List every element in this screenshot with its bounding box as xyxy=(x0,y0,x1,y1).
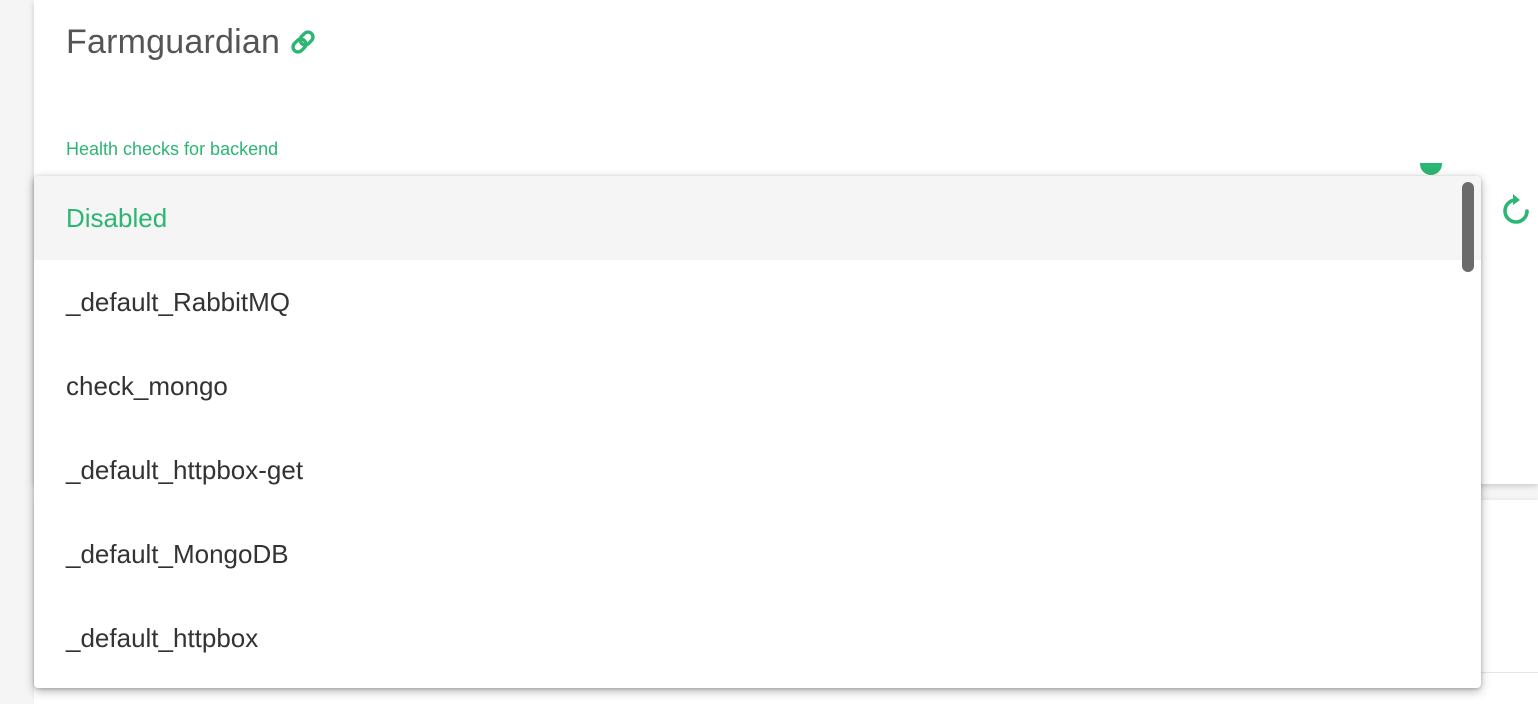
dropdown-scrollbar-thumb[interactable] xyxy=(1462,182,1474,272)
option-disabled[interactable]: Disabled xyxy=(34,176,1481,260)
option-default-rabbitmq[interactable]: _default_RabbitMQ xyxy=(34,260,1481,344)
page: Farmguardian Health checks for backend D… xyxy=(0,0,1538,704)
reload-icon[interactable] xyxy=(1500,192,1532,228)
health-check-dropdown: Disabled _default_RabbitMQ check_mongo _… xyxy=(34,176,1481,688)
option-label: _default_RabbitMQ xyxy=(66,286,291,317)
card-header: Farmguardian xyxy=(66,18,318,66)
option-label: _default_MongoDB xyxy=(66,538,289,569)
option-default-mongodb[interactable]: _default_MongoDB xyxy=(34,512,1481,596)
option-label: check_mongo xyxy=(66,370,228,401)
page-title: Farmguardian xyxy=(66,22,281,61)
link-icon[interactable] xyxy=(288,26,318,58)
option-label: Disabled xyxy=(66,202,168,233)
option-label: _default_httpbox-get xyxy=(66,454,304,485)
option-check-mongo[interactable]: check_mongo xyxy=(34,344,1481,428)
option-label: _default_httpbox xyxy=(66,622,259,653)
health-checks-label: Health checks for backend xyxy=(66,139,279,159)
option-default-httpbox[interactable]: _default_httpbox xyxy=(34,596,1481,680)
option-default-httpbox-get[interactable]: _default_httpbox-get xyxy=(34,428,1481,512)
